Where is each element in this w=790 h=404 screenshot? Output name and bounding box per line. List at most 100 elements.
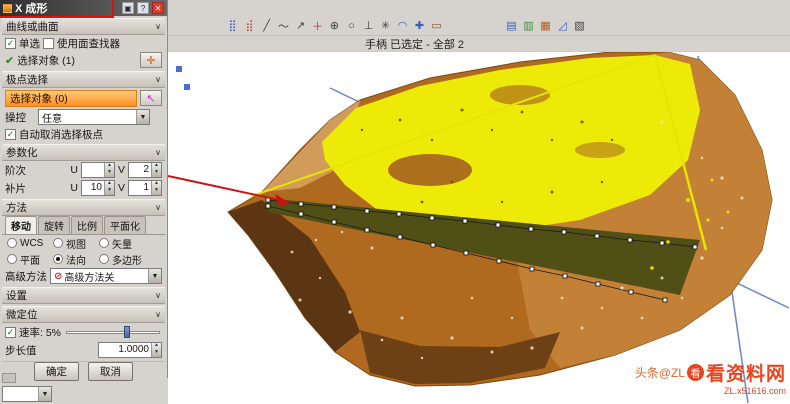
vector-icon[interactable]: ↗ [292,18,309,34]
slider-thumb[interactable] [124,326,130,338]
slider-track[interactable] [66,331,160,334]
radio-view[interactable]: 视图 [53,236,99,251]
pole-select-object-label: 选择对象 (0) [10,91,68,106]
xform-dialog: X 成形 ▣ ? ✕ 曲线或曲面 ∨ ✓ 单选 使用面查找器 ✔ 选择对象 (1… [0,0,168,378]
chevron-down-icon[interactable]: ▼ [148,269,161,283]
single-select-label: 单选 [19,36,40,51]
section-pole-selection[interactable]: 极点选择 ∨ [2,71,165,88]
single-select-checkbox[interactable]: ✓ [5,38,16,49]
radio-polygon[interactable]: 多边形 [99,252,160,267]
patch-u-spinner[interactable]: 10 ▲▼ [81,180,115,196]
surface-icon[interactable]: ▥ [520,18,537,34]
chevron-down-icon: ∨ [155,148,161,157]
section-label: 曲线或曲面 [6,19,59,34]
degree-v-spinner[interactable]: 2 ▲▼ [128,162,162,178]
section-micro-positioning[interactable]: 微定位 ∨ [2,306,165,323]
tab-scale[interactable]: 比例 [71,216,103,234]
tab-planarize[interactable]: 平面化 [104,216,146,234]
spinner-arrows[interactable]: ▲▼ [151,181,161,195]
tab-move[interactable]: 移动 [5,216,37,234]
section-method[interactable]: 方法 ∨ [2,199,165,216]
dialog-icon [3,4,12,13]
auto-deselect-label: 自动取消选择极点 [19,127,103,142]
section-parameterization[interactable]: 参数化 ∨ [2,144,165,161]
close-icon[interactable]: ✕ [152,2,164,14]
radio-normal[interactable]: 法向 [53,252,99,267]
manipulate-select[interactable]: 任意 ▼ [38,109,150,125]
rectangle-icon[interactable]: ▭ [428,18,445,34]
radio-icon[interactable] [7,254,17,264]
spinner-arrows[interactable]: ▲▼ [151,163,161,177]
face-finder-checkbox[interactable] [43,38,54,49]
docked-panel-tab[interactable] [2,373,16,383]
patch-v-spinner[interactable]: 1 ▲▼ [128,180,162,196]
cancel-button[interactable]: 取消 [88,362,133,381]
arc-icon[interactable]: ◠ [394,18,411,34]
perpendicular-icon[interactable]: ⊥ [360,18,377,34]
triangle-icon[interactable]: ◿ [554,18,571,34]
section-label: 微定位 [6,307,38,322]
manipulate-label: 操控 [5,110,35,125]
spinner-arrows[interactable]: ▲▼ [104,163,114,177]
chevron-down-icon: ∨ [155,310,161,319]
chevron-down-icon[interactable]: ▼ [38,387,51,401]
bottom-left-dropdown[interactable]: ▼ [2,386,52,402]
selection-status: 手柄 已选定 - 全部 2 [365,36,464,52]
section-label: 参数化 [6,145,38,160]
grid-icon[interactable]: ▦ [537,18,554,34]
chevron-down-icon[interactable]: ▼ [136,110,149,124]
step-value-spinner[interactable]: 1.0000 ▲▼ [98,342,162,358]
advanced-method-select[interactable]: ⊘ 高级方法关 ▼ [50,268,162,284]
intersection-icon[interactable]: ✳ [377,18,394,34]
radio-selected-icon[interactable] [53,254,63,264]
help-icon[interactable]: ? [137,2,149,14]
radio-icon[interactable] [99,254,109,264]
degree-label: 阶次 [5,163,35,178]
section-curve-surface[interactable]: 曲线或曲面 ∨ [2,18,165,35]
select-object-label[interactable]: 选择对象 (1) [17,53,75,68]
pole-select-object-highlight[interactable]: 选择对象 (0) [5,90,137,107]
plus-icon[interactable]: ✚ [411,18,428,34]
section-settings[interactable]: 设置 ∨ [2,287,165,304]
check-icon: ✔ [5,54,14,67]
pin-icon[interactable]: ▣ [122,2,134,14]
chevron-down-icon: ∨ [155,22,161,31]
rate-checkbox[interactable]: ✓ [5,327,16,338]
point-icon[interactable]: ＋ [309,18,326,34]
radio-icon[interactable] [7,238,17,248]
watermark-brand: 看资料网 [706,359,786,386]
v-label: V [118,164,125,176]
main-toolbar: ⣿ ⣾ ╱ ～ ↗ ＋ ⊕ ○ ⊥ ✳ ◠ ✚ ▭ ▤ ▥ ▦ ◿ ▧ [168,16,790,36]
tab-rotate[interactable]: 旋转 [38,216,70,234]
circle-icon[interactable]: ○ [343,18,360,34]
chevron-down-icon: ∨ [155,291,161,300]
spinner-arrows[interactable]: ▲▼ [151,343,161,357]
radio-icon[interactable] [53,238,63,248]
method-tabs: 移动 旋转 比例 平面化 [2,216,165,235]
auto-deselect-checkbox[interactable]: ✓ [5,129,16,140]
line-icon[interactable]: ╱ [258,18,275,34]
radio-icon[interactable] [99,238,109,248]
crosshair-icon-button[interactable]: ✛ [140,52,162,68]
rate-slider[interactable] [66,325,160,339]
radio-wcs[interactable]: WCS [7,238,53,249]
dialog-titlebar[interactable]: X 成形 ▣ ? ✕ [0,0,167,16]
curve-icon[interactable]: ～ [275,18,292,34]
watermark: 头条@ZL 看 看资料网 ZL.x51616.com [635,359,786,396]
degree-u-spinner[interactable]: ▲▼ [81,162,115,178]
dialog-body: 曲线或曲面 ∨ ✓ 单选 使用面查找器 ✔ 选择对象 (1) ✛ 极点选择 ∨ … [0,16,167,385]
spinner-arrows[interactable]: ▲▼ [104,181,114,195]
u-label: U [70,164,78,176]
snap-point-icon[interactable]: ⣾ [241,18,258,34]
pointer-icon-button[interactable]: ↖ [140,90,162,106]
radio-plane[interactable]: 平面 [7,252,53,267]
snap-grid-icon[interactable]: ⣿ [224,18,241,34]
section-label: 方法 [6,200,27,215]
dialog-title: X 成形 [15,0,119,16]
center-point-icon[interactable]: ⊕ [326,18,343,34]
sheet-icon[interactable]: ▤ [503,18,520,34]
ok-button[interactable]: 确定 [34,362,79,381]
3d-viewport[interactable] [168,52,790,404]
hatch-icon[interactable]: ▧ [571,18,588,34]
radio-vector[interactable]: 矢量 [99,236,160,251]
